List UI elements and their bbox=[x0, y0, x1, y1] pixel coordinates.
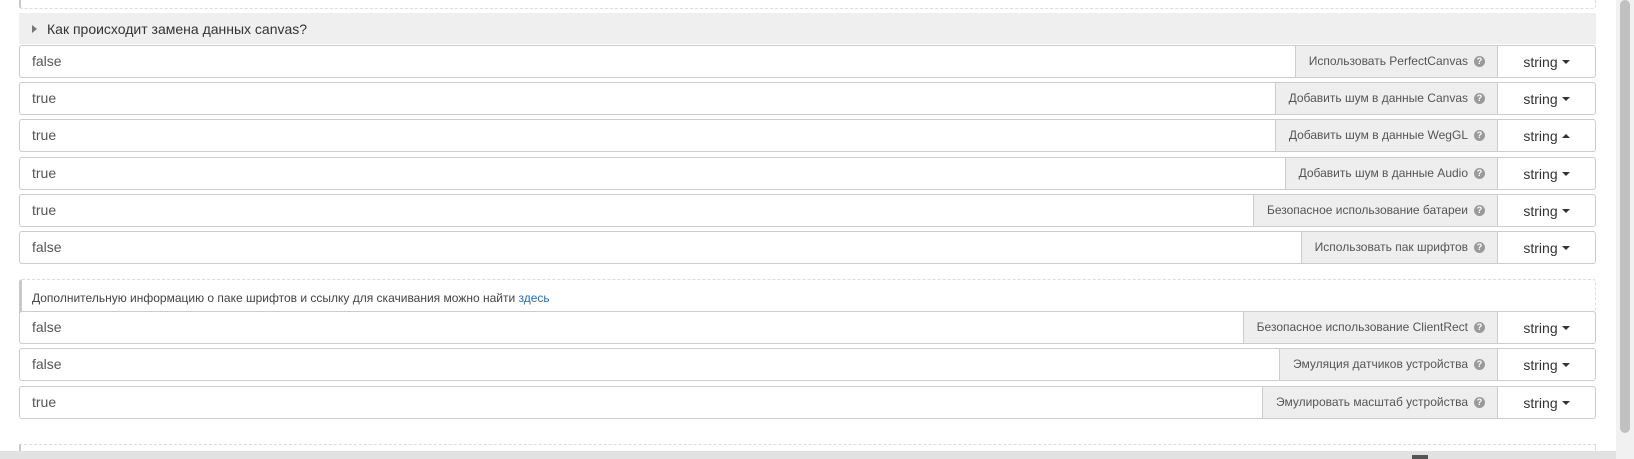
caret-down-icon bbox=[1561, 362, 1570, 367]
type-dropdown[interactable]: string bbox=[1497, 82, 1596, 115]
setting-label-text: Эмуляция датчиков устройства bbox=[1293, 357, 1468, 371]
setting-label-text: Безопасное использование ClientRect bbox=[1256, 320, 1468, 334]
question-circle-icon[interactable]: ? bbox=[1474, 242, 1485, 253]
caret-down-icon bbox=[1561, 96, 1570, 101]
section-title: Как происходит замена данных canvas? bbox=[47, 20, 308, 37]
setting-row-canvas-noise: true Добавить шум в данные Canvas ? stri… bbox=[19, 82, 1596, 115]
setting-row-device-scale: true Эмулировать масштаб устройства ? st… bbox=[19, 386, 1596, 419]
type-dropdown-label: string bbox=[1523, 165, 1558, 182]
scroll-arrow-icon[interactable] bbox=[1412, 455, 1428, 459]
caret-down-icon bbox=[1561, 59, 1570, 64]
caret-down-icon bbox=[1561, 400, 1570, 405]
question-circle-icon[interactable]: ? bbox=[1474, 359, 1485, 370]
question-circle-icon[interactable]: ? bbox=[1474, 56, 1485, 67]
type-dropdown-label: string bbox=[1523, 53, 1558, 70]
type-dropdown[interactable]: string bbox=[1497, 311, 1596, 344]
value-field[interactable]: true bbox=[19, 194, 1253, 227]
setting-row-sensors: false Эмуляция датчиков устройства ? str… bbox=[19, 348, 1596, 381]
setting-label-text: Эмулировать масштаб устройства bbox=[1275, 395, 1468, 409]
value-field[interactable]: false bbox=[19, 45, 1295, 78]
value-field[interactable]: true bbox=[19, 82, 1275, 115]
previous-panel-bottom bbox=[19, 0, 1596, 9]
setting-label-text: Использовать PerfectCanvas bbox=[1308, 54, 1468, 68]
setting-label: Эмуляция датчиков устройства ? bbox=[1279, 348, 1497, 381]
value-field[interactable]: true bbox=[19, 386, 1262, 419]
setting-label: Эмулировать масштаб устройства ? bbox=[1261, 386, 1497, 419]
value-field[interactable]: false bbox=[19, 348, 1280, 381]
setting-row-font-pack: false Использовать пак шрифтов ? string bbox=[19, 231, 1596, 264]
setting-label-text: Добавить шум в данные WegGL bbox=[1288, 128, 1468, 142]
type-dropdown-label: string bbox=[1523, 394, 1558, 411]
question-circle-icon[interactable]: ? bbox=[1474, 168, 1485, 179]
type-dropdown[interactable]: string bbox=[1497, 231, 1596, 264]
caret-up-icon bbox=[1561, 133, 1570, 138]
setting-row-battery: true Безопасное использование батареи ? … bbox=[19, 194, 1596, 227]
caret-down-icon bbox=[1561, 325, 1570, 330]
type-dropdown[interactable]: string bbox=[1497, 348, 1596, 381]
caret-right-icon bbox=[32, 24, 37, 33]
setting-label: Добавить шум в данные Audio ? bbox=[1284, 157, 1497, 190]
question-circle-icon[interactable]: ? bbox=[1474, 322, 1485, 333]
setting-label: Использовать PerfectCanvas ? bbox=[1294, 45, 1497, 78]
type-dropdown-label: string bbox=[1523, 239, 1558, 256]
setting-label-text: Использовать пак шрифтов bbox=[1314, 240, 1468, 254]
setting-label: Безопасное использование батареи ? bbox=[1252, 194, 1497, 227]
setting-row-webgl-noise: true Добавить шум в данные WegGL ? strin… bbox=[19, 119, 1596, 152]
horizontal-scrollbar[interactable] bbox=[0, 451, 1616, 459]
value-field[interactable]: false bbox=[19, 311, 1243, 344]
question-circle-icon[interactable]: ? bbox=[1474, 130, 1485, 141]
value-field[interactable]: true bbox=[19, 157, 1285, 190]
type-dropdown-label: string bbox=[1523, 127, 1558, 144]
type-dropdown-label: string bbox=[1523, 202, 1558, 219]
caret-down-icon bbox=[1561, 245, 1570, 250]
value-field[interactable]: false bbox=[19, 231, 1301, 264]
type-dropdown[interactable]: string bbox=[1497, 119, 1596, 152]
question-circle-icon[interactable]: ? bbox=[1474, 93, 1485, 104]
setting-label-text: Безопасное использование батареи bbox=[1266, 203, 1468, 217]
type-dropdown-label: string bbox=[1523, 90, 1558, 107]
section-header-canvas[interactable]: Как происходит замена данных canvas? bbox=[19, 13, 1596, 44]
value-field[interactable]: true bbox=[19, 119, 1275, 152]
setting-row-audio-noise: true Добавить шум в данные Audio ? strin… bbox=[19, 157, 1596, 190]
vertical-scrollbar-thumb[interactable] bbox=[1620, 0, 1630, 433]
caret-down-icon bbox=[1561, 171, 1570, 176]
type-dropdown[interactable]: string bbox=[1497, 194, 1596, 227]
info-text: Дополнительную информацию о паке шрифтов… bbox=[32, 291, 519, 305]
type-dropdown[interactable]: string bbox=[1497, 45, 1596, 78]
type-dropdown-label: string bbox=[1523, 319, 1558, 336]
question-circle-icon[interactable]: ? bbox=[1474, 205, 1485, 216]
setting-label: Добавить шум в данные Canvas ? bbox=[1274, 82, 1497, 115]
type-dropdown[interactable]: string bbox=[1497, 386, 1596, 419]
setting-label: Безопасное использование ClientRect ? bbox=[1242, 311, 1497, 344]
info-link[interactable]: здесь bbox=[519, 291, 550, 305]
setting-row-clientrect: false Безопасное использование ClientRec… bbox=[19, 311, 1596, 344]
setting-label: Добавить шум в данные WegGL ? bbox=[1274, 119, 1497, 152]
type-dropdown-label: string bbox=[1523, 356, 1558, 373]
setting-label-text: Добавить шум в данные Audio bbox=[1298, 166, 1468, 180]
type-dropdown[interactable]: string bbox=[1497, 157, 1596, 190]
setting-label-text: Добавить шум в данные Canvas bbox=[1288, 91, 1468, 105]
caret-down-icon bbox=[1561, 208, 1570, 213]
setting-row-perfectcanvas: false Использовать PerfectCanvas ? strin… bbox=[19, 45, 1596, 78]
setting-label: Использовать пак шрифтов ? bbox=[1300, 231, 1497, 264]
question-circle-icon[interactable]: ? bbox=[1474, 397, 1485, 408]
